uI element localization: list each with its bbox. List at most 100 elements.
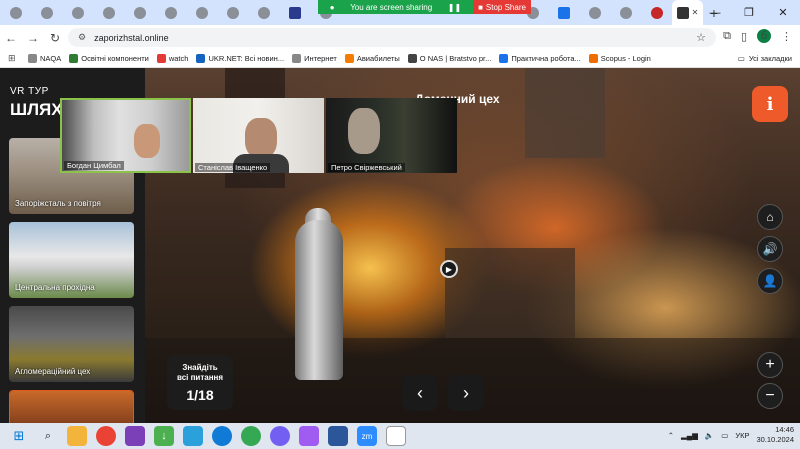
stop-share-button[interactable]: ■ Stop Share — [473, 0, 531, 14]
speaker-icon: 🔊 — [762, 242, 778, 256]
outlook-favicon-icon — [557, 6, 570, 19]
telegram-icon[interactable] — [183, 426, 203, 446]
maximize-icon[interactable]: ❐ — [732, 0, 766, 25]
forward-icon[interactable]: → — [22, 31, 44, 45]
browser-tab[interactable] — [579, 0, 610, 25]
windows-taskbar: ⊞ ⌕ ↓ zm ⌃ ▂▄▆ 🔈 ▭ УКР 14:46 30.10.2024 — [0, 423, 800, 449]
questions-counter[interactable]: Знайдіть всі питання 1/18 — [167, 355, 233, 410]
extensions-icon[interactable]: ⧉ — [723, 30, 731, 43]
browser-tab[interactable] — [0, 0, 31, 25]
bookmark-label: NAQA — [40, 54, 62, 63]
teams-icon[interactable] — [125, 426, 145, 446]
share-status-text: You are screen sharing — [350, 2, 433, 12]
globe-icon — [292, 54, 302, 63]
bookmarks-bar: ⊞ NAQA Освітні компоненти watch UKR.NET:… — [0, 50, 800, 68]
home-button[interactable]: ⌂ — [757, 204, 783, 230]
edge-icon[interactable] — [212, 426, 232, 446]
sidepanel-icon[interactable]: ▯ — [741, 30, 747, 43]
menu-icon[interactable]: ⋮ — [781, 30, 792, 43]
location-card[interactable]: Агломераційний цех — [9, 306, 134, 382]
prev-scene-button[interactable]: ‹ — [402, 375, 438, 411]
browser-tab[interactable] — [610, 0, 641, 25]
search-icon[interactable]: ⌕ — [38, 426, 58, 446]
bookmark-star-icon[interactable]: ☆ — [696, 31, 706, 44]
info-button[interactable]: i — [752, 86, 788, 122]
scopus-icon — [588, 54, 598, 63]
browser-tab[interactable] — [279, 0, 310, 25]
bookmark-item[interactable]: Авиабилеты — [344, 54, 400, 63]
all-bookmarks[interactable]: ▭ Усі закладки — [738, 54, 792, 63]
minimize-icon[interactable]: — — [698, 0, 732, 25]
document-icon[interactable] — [386, 426, 406, 446]
network-icon[interactable]: ▂▄▆ — [681, 431, 698, 440]
bookmark-item[interactable]: Интернет — [292, 54, 337, 63]
all-bookmarks-label: Усі закладки — [748, 54, 792, 63]
zoom-out-button[interactable]: − — [757, 383, 783, 409]
battery-icon[interactable]: ▭ — [721, 431, 728, 440]
bookmark-item[interactable]: О NAS | Bratstvo pr... — [407, 54, 491, 63]
browser-tab[interactable] — [548, 0, 579, 25]
close-window-icon[interactable]: ✕ — [766, 0, 800, 25]
quest-count: 1/18 — [186, 387, 214, 403]
chevron-up-icon[interactable]: ⌃ — [668, 431, 674, 440]
profile-avatar[interactable]: б — [757, 29, 771, 43]
bookmark-label: UKR.NET: Всі новин... — [208, 54, 285, 63]
quest-line: всі питання — [176, 373, 224, 382]
browser-tab[interactable] — [217, 0, 248, 25]
toolbar-right: ⧉ ▯ б ⋮ — [723, 29, 792, 43]
chrome-active-icon[interactable] — [241, 426, 261, 446]
app-icon[interactable] — [299, 426, 319, 446]
participant-video[interactable]: Богдан Цимбал — [60, 98, 191, 173]
browser-tab[interactable] — [155, 0, 186, 25]
bookmark-item[interactable]: Освітні компоненти — [69, 54, 149, 63]
pause-icon[interactable]: ❚❚ — [448, 3, 461, 12]
chrome-icon[interactable] — [96, 426, 116, 446]
clock[interactable]: 14:46 30.10.2024 — [756, 425, 794, 445]
bookmark-item[interactable]: watch — [156, 54, 188, 63]
apps-icon[interactable]: ⊞ — [8, 53, 16, 64]
bookmark-item[interactable]: Scopus - Login — [588, 54, 651, 63]
next-scene-button[interactable]: › — [448, 375, 484, 411]
sidebar-title: ШЛЯХ — [10, 100, 63, 119]
reload-icon[interactable]: ↻ — [44, 31, 66, 45]
browser-tab[interactable] — [641, 0, 672, 25]
browser-tab[interactable] — [62, 0, 93, 25]
play-hotspot[interactable]: ▶ — [440, 260, 458, 278]
location-card-active[interactable] — [9, 390, 134, 423]
favicon-icon — [676, 6, 689, 19]
participant-video[interactable]: Петро Свіржевський — [326, 98, 457, 173]
volume-icon[interactable]: 🔈 — [705, 431, 714, 440]
back-icon[interactable]: ← — [0, 31, 22, 45]
location-card[interactable]: Центральна прохідна — [9, 222, 134, 298]
browser-tab[interactable] — [124, 0, 155, 25]
file-explorer-icon[interactable] — [67, 426, 87, 446]
start-icon[interactable]: ⊞ — [9, 426, 29, 446]
bookmark-item[interactable]: NAQA — [28, 54, 61, 63]
bookmark-label: Интернет — [304, 54, 337, 63]
zoom-in-button[interactable]: + — [757, 352, 783, 378]
bookmark-label: Scopus - Login — [600, 54, 651, 63]
bookmark-icon — [28, 54, 37, 63]
play-icon: ▶ — [445, 264, 453, 274]
download-icon[interactable]: ↓ — [154, 426, 174, 446]
participant-video[interactable]: Станіслав Іващенко — [193, 98, 324, 173]
home-icon: ⌂ — [766, 210, 774, 224]
site-info-icon[interactable]: ⚙ — [78, 32, 86, 43]
zoom-icon[interactable]: zm — [357, 426, 377, 446]
sound-button[interactable]: 🔊 — [757, 236, 783, 262]
participant-face — [134, 124, 160, 158]
bookmark-item[interactable]: Практична робота... — [499, 54, 581, 63]
language-indicator[interactable]: УКР — [735, 431, 749, 440]
viber-icon[interactable] — [270, 426, 290, 446]
bookmark-item[interactable]: UKR.NET: Всі новин... — [196, 54, 284, 63]
browser-tab[interactable] — [31, 0, 62, 25]
browser-tab[interactable] — [186, 0, 217, 25]
address-bar[interactable]: ⚙ zaporizhstal.online ☆ — [68, 28, 716, 47]
browser-tab[interactable] — [93, 0, 124, 25]
favicon-icon — [71, 6, 84, 19]
bookmark-icon — [344, 54, 354, 63]
word-icon[interactable] — [328, 426, 348, 446]
participant-name: Богдан Цимбал — [64, 161, 124, 170]
profile-button[interactable]: 👤 — [757, 268, 783, 294]
browser-tab[interactable] — [248, 0, 279, 25]
